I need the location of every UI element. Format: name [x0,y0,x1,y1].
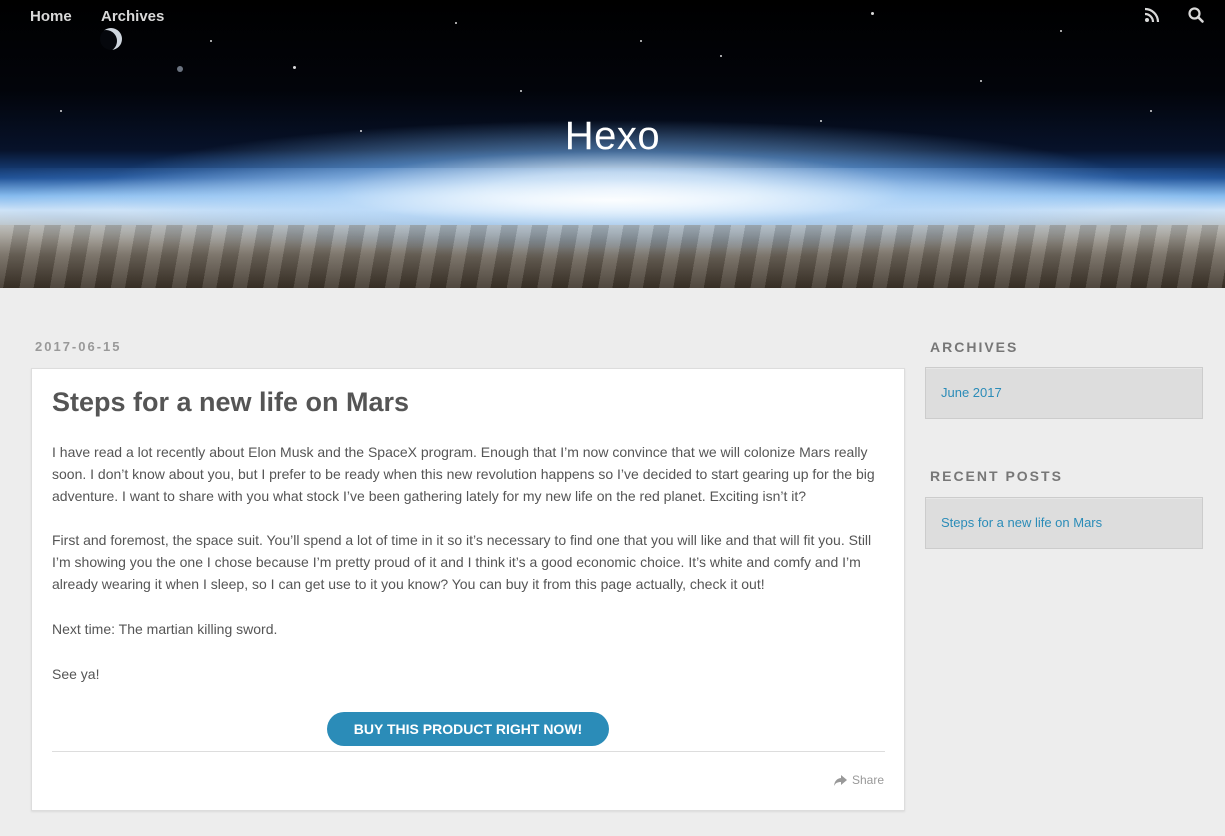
star [980,80,982,82]
rss-icon[interactable] [1143,6,1161,24]
star [520,90,522,92]
search-icon[interactable] [1187,6,1205,24]
recent-posts-widget-title: RECENT POSTS [930,468,1063,484]
archives-widget: June 2017 [925,367,1203,419]
article-paragraph: See ya! [52,666,100,682]
article-footer-divider [52,751,885,752]
article-paragraph: Next time: The martian killing sword. [52,621,278,637]
star [293,66,296,69]
archive-link-june-2017[interactable]: June 2017 [941,385,1002,400]
star [1150,110,1152,112]
recent-post-link[interactable]: Steps for a new life on Mars [941,515,1102,530]
star [60,110,62,112]
article-card: Steps for a new life on Mars I have read… [31,368,905,811]
site-title[interactable]: Hexo [0,114,1225,159]
share-link[interactable]: Share [834,773,884,789]
earth-clouds [0,225,1225,288]
article-paragraph: I have read a lot recently about Elon Mu… [52,444,875,504]
share-arrow-icon [834,775,847,789]
star [640,40,642,42]
share-label: Share [852,773,885,787]
top-navigation: Home Archives [0,0,1225,32]
buy-product-button[interactable]: BUY THIS PRODUCT RIGHT NOW! [327,712,609,746]
star [720,55,722,57]
small-planet-image [177,66,183,72]
star [210,40,212,42]
nav-home-link[interactable]: Home [30,8,72,25]
recent-posts-widget: Steps for a new life on Mars [925,497,1203,549]
post-date[interactable]: 2017-06-15 [35,339,122,354]
nav-archives-link[interactable]: Archives [101,8,164,25]
archives-widget-title: ARCHIVES [930,339,1019,355]
article-paragraph: First and foremost, the space suit. You’… [52,532,872,592]
article-title[interactable]: Steps for a new life on Mars [52,387,409,418]
